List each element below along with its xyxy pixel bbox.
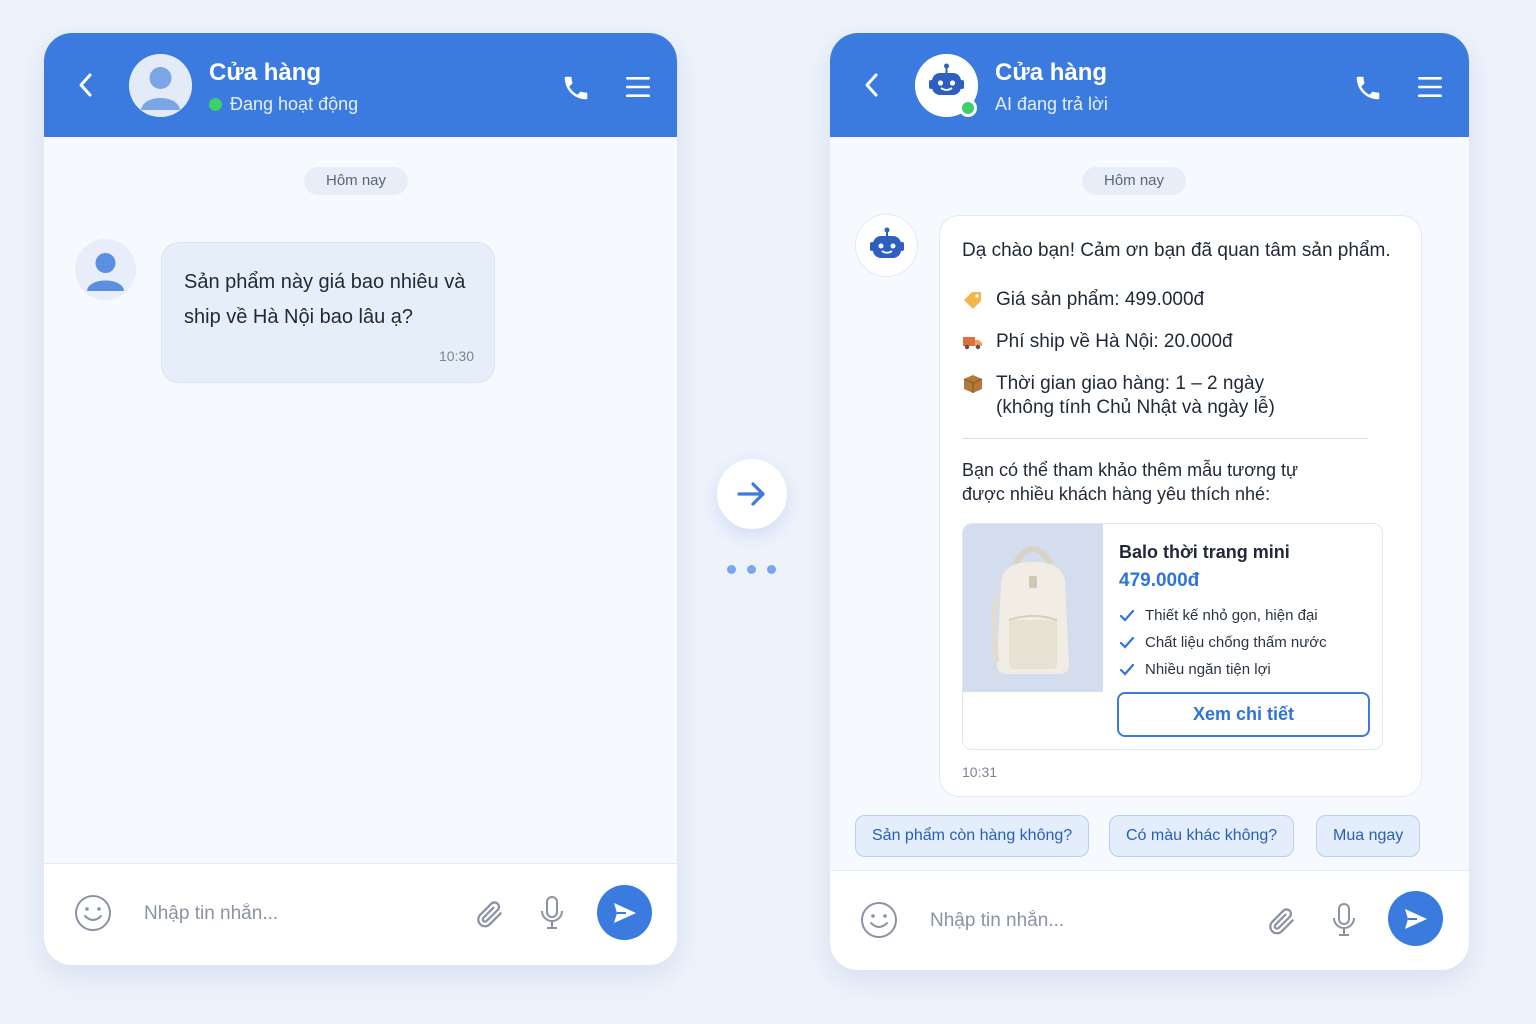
quick-reply-colors[interactable]: Có màu khác không? [1109, 815, 1295, 857]
quick-reply-buy[interactable]: Mua ngay [1316, 815, 1421, 857]
call-button[interactable] [1353, 73, 1383, 103]
divider [962, 438, 1368, 439]
feature-text: Thiết kế nhỏ gọn, hiện đại [1145, 607, 1318, 624]
message-composer [830, 870, 1469, 970]
product-name: Balo thời trang mini [1119, 542, 1290, 562]
chat-header: Cửa hàng Đang hoạt động [44, 33, 677, 137]
phone-icon [564, 76, 588, 100]
shipping-info-row: Phí ship về Hà Nội: 20.000đ [962, 330, 1233, 354]
ai-status: AI đang trả lời [995, 94, 1108, 115]
attach-button[interactable] [1266, 903, 1298, 939]
suggestion-text: Bạn có thể tham khảo thêm mẫu tương tự đ… [962, 460, 1299, 504]
dot-icon [767, 565, 776, 574]
customer-avatar [75, 239, 136, 300]
back-button[interactable] [856, 69, 888, 101]
package-box-icon [963, 375, 983, 393]
chevron-left-icon [865, 73, 878, 97]
price-tag-icon [964, 292, 981, 309]
send-arrow-icon [1404, 908, 1427, 929]
status-text: Đang hoạt động [230, 94, 359, 114]
paperclip-icon [1269, 908, 1294, 935]
customer-message-bubble: Sản phẩm này giá bao nhiêu và ship về Hà… [161, 242, 495, 383]
checkmark-icon [1119, 609, 1135, 622]
message-time: 10:31 [962, 764, 998, 780]
send-button[interactable] [1388, 891, 1443, 946]
microphone-icon [1333, 903, 1355, 936]
status-text: AI đang trả lời [995, 94, 1108, 114]
user-silhouette-icon [129, 54, 192, 117]
product-image [963, 524, 1103, 692]
menu-button[interactable] [625, 75, 651, 99]
smiley-icon [75, 895, 111, 931]
bot-avatar [915, 54, 978, 117]
user-icon [87, 253, 124, 291]
customer-chat-window: Cửa hàng Đang hoạt động Hôm nay Sản phẩm… [44, 33, 677, 965]
bot-message-bubble: Dạ chào bạn! Cảm ơn bạn đã quan tâm sản … [939, 215, 1422, 797]
price-info-row: Giá sản phẩm: 499.000đ [962, 288, 1204, 312]
date-separator: Hôm nay [1082, 167, 1187, 195]
menu-button[interactable] [1417, 75, 1443, 99]
bot-message-avatar [855, 214, 918, 277]
hamburger-menu-icon [626, 77, 650, 97]
feature-text: Nhiều ngăn tiện lợi [1145, 661, 1271, 678]
chat-header: Cửa hàng AI đang trả lời [830, 33, 1469, 137]
typing-dots [727, 565, 776, 574]
view-details-button[interactable]: Xem chi tiết [1117, 692, 1370, 737]
chevron-left-icon [79, 73, 92, 97]
delivery-time-row: Thời gian giao hàng: 1 – 2 ngày (không t… [962, 372, 1382, 420]
backpack-illustration [963, 524, 1103, 692]
chat-title: Cửa hàng [995, 59, 1108, 86]
info-text: Phí ship về Hà Nội: 20.000đ [996, 331, 1233, 352]
message-time: 10:30 [438, 348, 474, 364]
chat-title: Cửa hàng [209, 59, 322, 86]
checkmark-icon [1119, 663, 1135, 676]
online-dot-icon [959, 99, 977, 117]
emoji-button[interactable] [860, 901, 898, 939]
back-button[interactable] [70, 69, 102, 101]
voice-button[interactable] [1331, 902, 1357, 938]
arrow-right-icon [737, 482, 765, 506]
smiley-icon [861, 902, 897, 938]
paperclip-icon [477, 901, 502, 928]
send-arrow-icon [613, 902, 636, 923]
greeting-text: Dạ chào bạn! Cảm ơn bạn đã quan tâm sản … [962, 240, 1391, 261]
online-dot-icon [209, 98, 222, 111]
message-input[interactable] [144, 894, 444, 934]
message-composer [44, 863, 677, 965]
product-card[interactable]: Balo thời trang mini 479.000đ Thiết kế n… [962, 523, 1383, 750]
feature-item: Nhiều ngăn tiện lợi [1119, 661, 1271, 678]
emoji-button[interactable] [74, 894, 112, 932]
transition-arrow [717, 459, 787, 529]
attach-button[interactable] [474, 896, 506, 932]
delivery-truck-icon [963, 337, 982, 350]
send-button[interactable] [597, 885, 652, 940]
dot-icon [727, 565, 736, 574]
feature-text: Chất liệu chống thấm nước [1145, 634, 1327, 651]
feature-item: Thiết kế nhỏ gọn, hiện đại [1119, 607, 1318, 624]
call-button[interactable] [561, 73, 591, 103]
info-text: Giá sản phẩm: 499.000đ [996, 289, 1205, 310]
product-price: 479.000đ [1119, 570, 1200, 591]
date-separator: Hôm nay [304, 167, 409, 195]
microphone-icon [541, 896, 563, 929]
online-status: Đang hoạt động [209, 94, 358, 115]
hamburger-menu-icon [1418, 77, 1442, 97]
dot-icon [747, 565, 756, 574]
message-input[interactable] [930, 901, 1230, 941]
feature-item: Chất liệu chống thấm nước [1119, 634, 1327, 651]
ai-chat-window: Cửa hàng AI đang trả lời Hôm nay Dạ chào… [830, 33, 1469, 970]
quick-reply-stock[interactable]: Sản phẩm còn hàng không? [855, 815, 1090, 857]
robot-icon [869, 227, 904, 258]
shop-avatar [129, 54, 192, 117]
checkmark-icon [1119, 636, 1135, 649]
message-text: Sản phẩm này giá bao nhiêu và ship về Hà… [184, 271, 466, 328]
phone-icon [1356, 76, 1380, 100]
voice-button[interactable] [539, 895, 565, 931]
info-text: Thời gian giao hàng: 1 – 2 ngày (không t… [996, 373, 1275, 418]
